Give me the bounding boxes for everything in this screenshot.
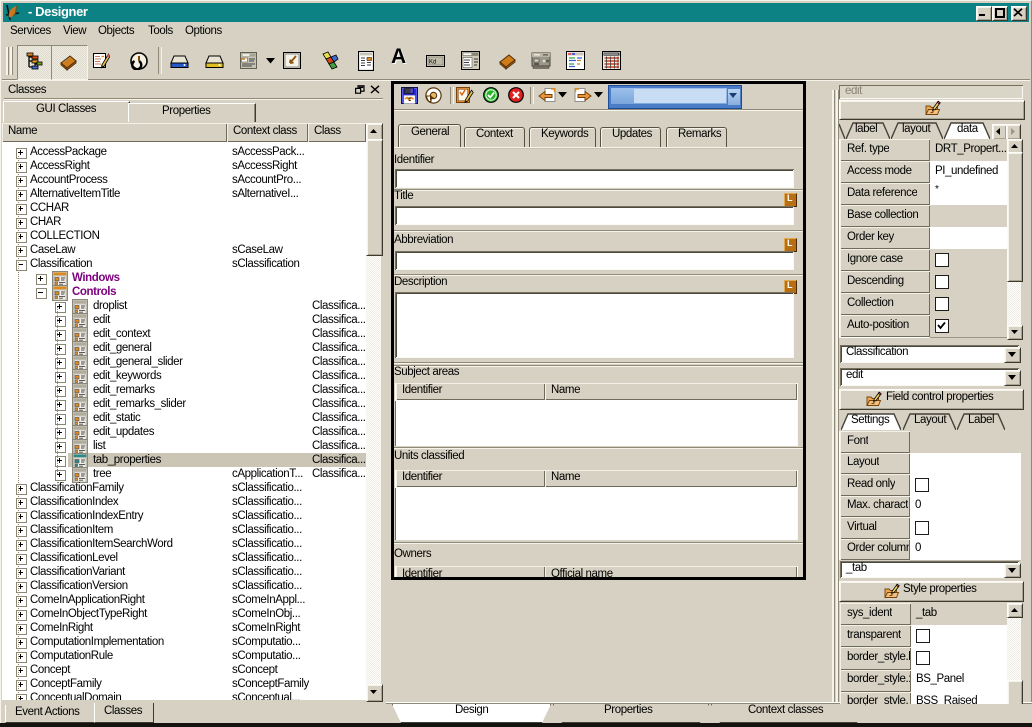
svg-text:Kd: Kd — [429, 60, 436, 66]
